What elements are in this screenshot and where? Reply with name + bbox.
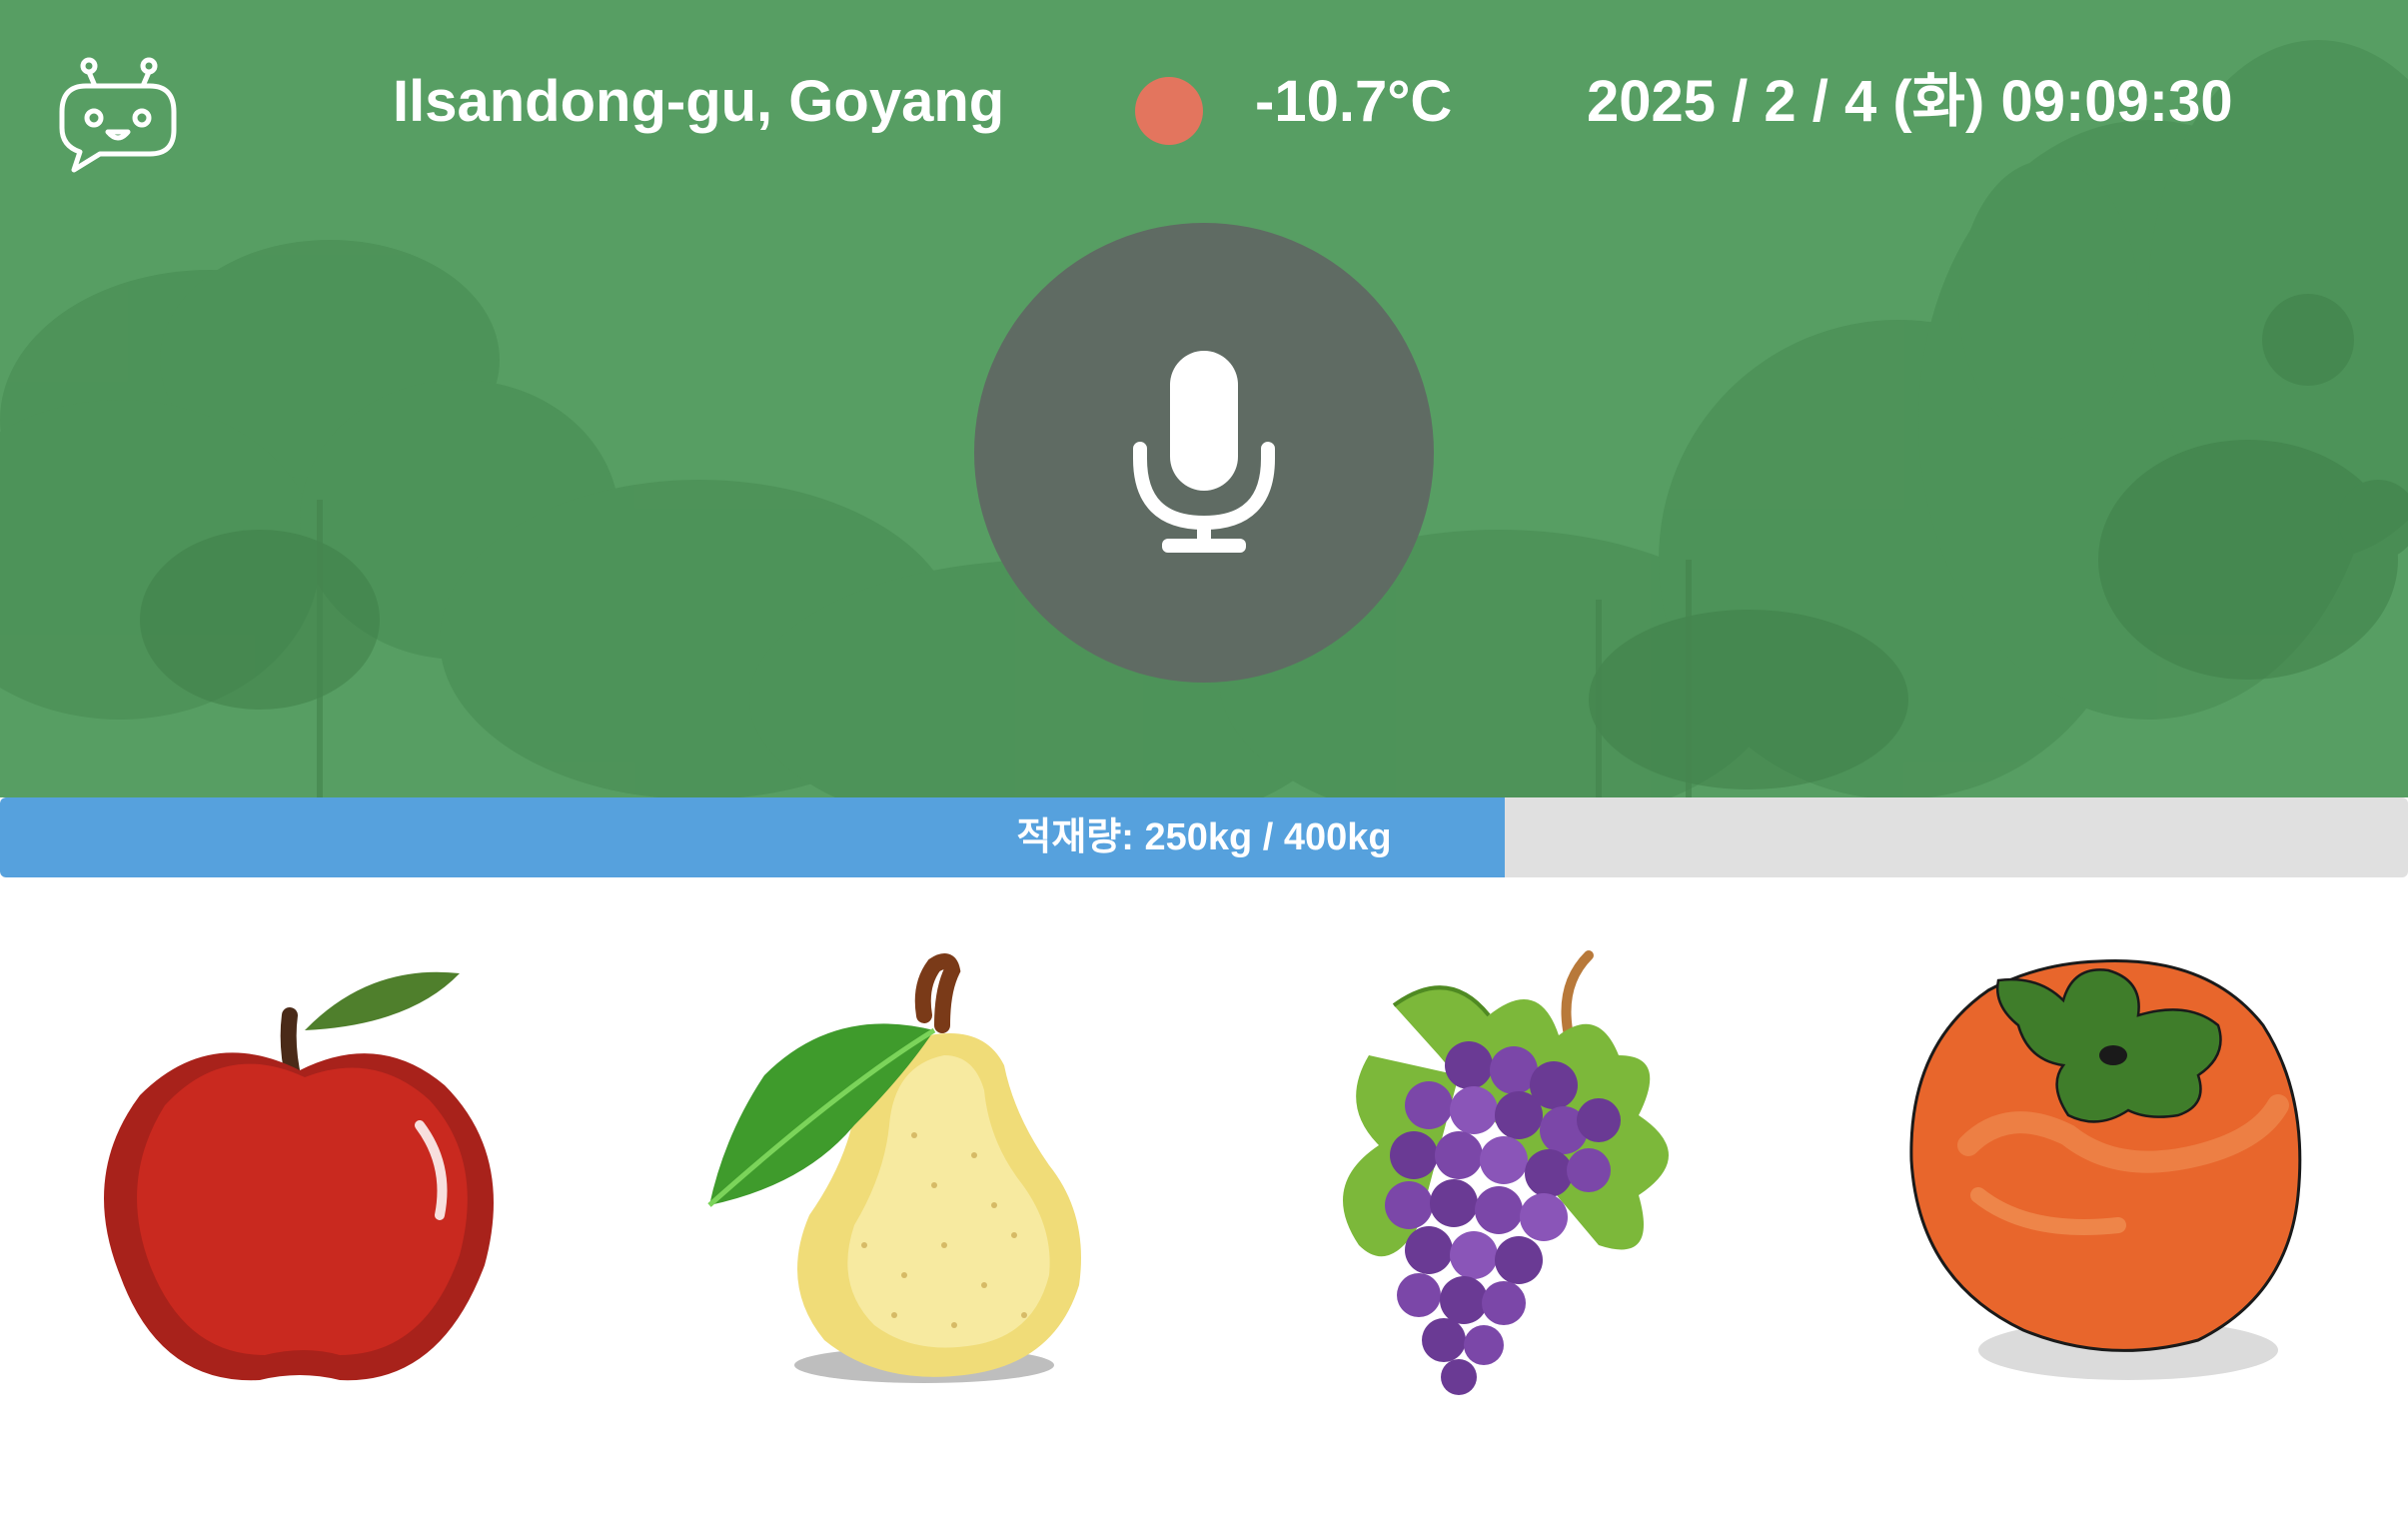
- apple-icon: [104, 971, 494, 1381]
- fruit-grapes[interactable]: [1299, 945, 1719, 1405]
- fruit-apple[interactable]: [90, 945, 510, 1405]
- temperature-label: -10.7°C: [1255, 69, 1453, 134]
- load-capacity-label: 적재량: 250kg / 400kg: [1016, 816, 1392, 858]
- location-label: Ilsandong-gu, Goyang: [393, 69, 1005, 134]
- datetime-label: 2025 / 2 / 4 (화) 09:09:30: [1587, 69, 2233, 134]
- persimmon-icon: [1909, 959, 2302, 1380]
- fruit-persimmon[interactable]: [1898, 945, 2318, 1405]
- microphone-icon: [1133, 351, 1275, 553]
- grapes-icon: [1343, 950, 1669, 1395]
- fruit-pear[interactable]: [694, 945, 1114, 1405]
- hero-banner: Ilsandong-gu, Goyang -10.7°C 2025 / 2 / …: [0, 0, 2408, 797]
- top-bar: Ilsandong-gu, Goyang -10.7°C 2025 / 2 / …: [0, 0, 2408, 200]
- robot-chat-icon[interactable]: [56, 56, 180, 176]
- weather-indicator: [1135, 77, 1203, 145]
- pear-icon: [707, 953, 1081, 1383]
- load-capacity-bar: 적재량: 250kg / 400kg: [0, 797, 2408, 877]
- voice-input-button[interactable]: [974, 223, 1434, 683]
